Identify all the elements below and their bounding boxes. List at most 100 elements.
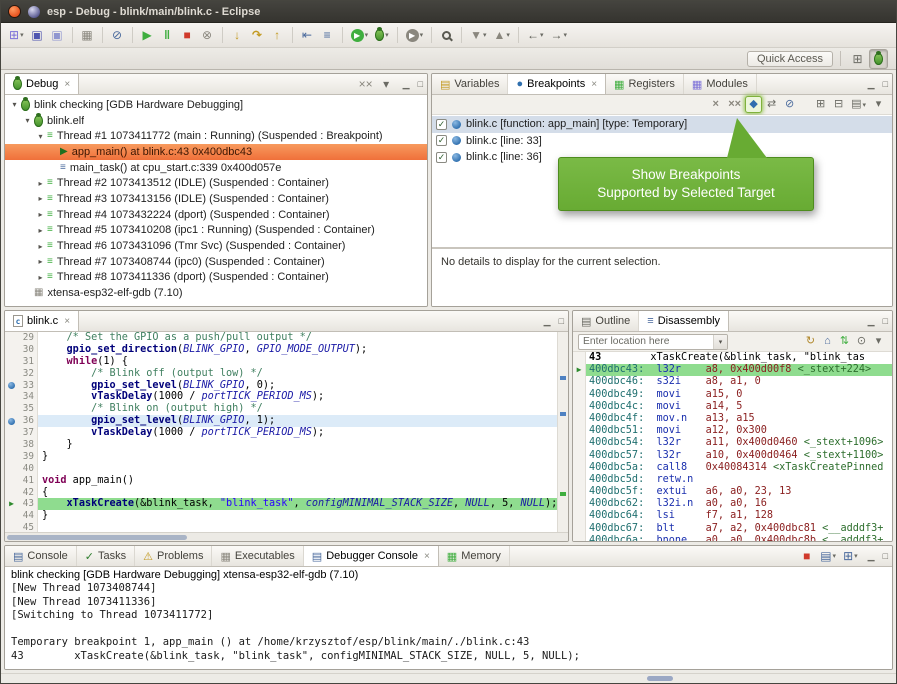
ruler-marker-area[interactable] (5, 344, 18, 356)
disassembly-row[interactable]: 400dbc67: blt a7, a2, 0x400dbc81 <__addd… (573, 523, 892, 535)
code-text[interactable]: } (38, 510, 557, 522)
disassembly-row[interactable]: 400dbc49: movi a15, 0 (573, 389, 892, 401)
ruler-marker-area[interactable] (5, 522, 18, 532)
run-icon[interactable]: ▶▾ (348, 25, 372, 45)
console-tab-console[interactable]: ▤Console (5, 546, 77, 566)
expander-icon[interactable]: ▾ (35, 132, 46, 141)
debug-tab-debug[interactable]: Debug× (5, 74, 79, 94)
minimize-button[interactable]: ▁ (540, 311, 555, 331)
expander-icon[interactable]: ▾ (9, 100, 20, 109)
expander-icon[interactable]: ▸ (35, 210, 46, 219)
right-tab-registers[interactable]: ▦Registers (606, 74, 684, 94)
ruler-marker-area[interactable] (5, 439, 18, 451)
step-over-icon[interactable]: ↷ (248, 25, 267, 45)
line-number[interactable]: 43 (18, 498, 38, 510)
disassembly-row[interactable]: 400dbc57: l32r a10, 0x400d0464 <_stext+1… (573, 450, 892, 462)
debug-icon[interactable]: ▾ (372, 25, 392, 45)
ruler-marker-area[interactable] (5, 510, 18, 522)
display-selected-console-icon[interactable]: ▤▾ (817, 546, 839, 566)
maximize-button[interactable]: □ (879, 311, 892, 331)
ruler-marker-area[interactable] (5, 427, 18, 439)
line-number[interactable]: 44 (18, 510, 38, 522)
code-text[interactable]: } (38, 439, 557, 451)
ruler-marker-area[interactable] (5, 356, 18, 368)
console-tab-executables[interactable]: ▦Executables (212, 546, 303, 566)
code-text[interactable]: vTaskDelay(1000 / portTICK_PERIOD_MS); (38, 427, 557, 439)
tree-item-main-task-at-cpu-start-c-339-0x400d057e[interactable]: ≡main_task() at cpu_start.c:339 0x400d05… (5, 160, 427, 176)
right-tab-variables[interactable]: ▤Variables (432, 74, 508, 94)
minimize-button[interactable]: ▁ (864, 311, 879, 331)
code-text[interactable]: gpio_set_level(BLINK_GPIO, 1); (38, 415, 557, 427)
code-text[interactable]: /* Set the GPIO as a push/pull output */ (38, 332, 557, 344)
code-text[interactable]: { (38, 487, 557, 499)
minimize-button[interactable]: ▁ (864, 546, 879, 566)
breakpoint-marker[interactable] (5, 380, 18, 392)
suspend-icon[interactable]: ‖ (158, 25, 177, 45)
disassembly-row[interactable]: 400dbc54: l32r a11, 0x400d0460 <_stext+1… (573, 437, 892, 449)
close-icon[interactable]: × (64, 316, 70, 327)
line-number[interactable]: 45 (18, 522, 38, 532)
maximize-button[interactable]: □ (879, 546, 892, 566)
code-text[interactable]: while(1) { (38, 356, 557, 368)
line-number[interactable]: 41 (18, 475, 38, 487)
console-tab-memory[interactable]: ▦Memory (439, 546, 510, 566)
breakpoint-item-1[interactable]: ✓blink.c [function: app_main] [type: Tem… (432, 116, 892, 133)
line-number[interactable]: 42 (18, 487, 38, 499)
line-number[interactable]: 36 (18, 415, 38, 427)
console-tab-debugger-console[interactable]: ▤Debugger Console× (304, 546, 439, 566)
skip-all-breakpoints-icon[interactable]: ⊘ (108, 25, 127, 45)
view-menu-icon[interactable]: ▾ (870, 333, 887, 350)
drop-to-frame-icon[interactable]: ⇤ (298, 25, 317, 45)
next-annotation-icon[interactable]: ▼▾ (467, 25, 489, 45)
line-number[interactable]: 40 (18, 463, 38, 475)
breakpoint-item-2[interactable]: ✓blink.c [line: 33] (432, 133, 892, 150)
home-icon[interactable]: ⌂ (819, 333, 836, 350)
link-with-debug-view-icon[interactable]: ⇄ (763, 96, 780, 113)
ruler-marker-area[interactable] (5, 451, 18, 463)
code-text[interactable]: void app_main() (38, 475, 557, 487)
remove-selected-breakpoints-icon[interactable]: × (707, 96, 724, 113)
breakpoint-checkbox[interactable]: ✓ (436, 135, 447, 146)
disassembly-row[interactable]: 43 xTaskCreate(&blink_task, "blink_tas (573, 352, 892, 364)
tree-item-thread-1-1073411772-main-running-suspended[interactable]: ▾≡Thread #1 1073411772 (main : Running) … (5, 128, 427, 144)
location-dropdown-button[interactable]: ▾ (713, 335, 727, 349)
overview-ruler[interactable] (557, 332, 568, 532)
tree-item-blink-elf[interactable]: ▾blink.elf (5, 113, 427, 129)
close-icon[interactable]: × (591, 79, 597, 90)
open-console-icon[interactable]: ⊞▾ (840, 546, 861, 566)
breakpoint-checkbox[interactable]: ✓ (436, 119, 447, 130)
right-tab-modules[interactable]: ▦Modules (684, 74, 757, 94)
line-number[interactable]: 39 (18, 451, 38, 463)
ruler-marker-area[interactable] (5, 332, 18, 344)
disassembly-content[interactable]: 43 xTaskCreate(&blink_task, "blink_tas▶4… (573, 352, 892, 541)
tree-item-thread-6-1073431096-tmr-svc-suspended-cont[interactable]: ▸≡Thread #6 1073431096 (Tmr Svc) (Suspen… (5, 238, 427, 254)
forward-icon[interactable]: →▾ (547, 25, 570, 45)
group-by-icon[interactable]: ▤▾ (848, 96, 869, 113)
skip-all-breakpoints-icon[interactable]: ⊘ (781, 96, 798, 113)
right-tab-breakpoints[interactable]: ●Breakpoints× (508, 74, 606, 94)
disassembly-row[interactable]: 400dbc4c: movi a14, 5 (573, 401, 892, 413)
code-area[interactable]: 29 /* Set the GPIO as a push/pull output… (5, 332, 557, 532)
expander-icon[interactable]: ▸ (35, 179, 46, 188)
expand-all-icon[interactable]: ⊞ (812, 96, 829, 113)
open-perspective-icon[interactable]: ⊞ (848, 49, 867, 69)
code-text[interactable]: xTaskCreate(&blink_task, "blink_task", c… (38, 498, 557, 510)
close-icon[interactable]: × (424, 551, 430, 562)
disassembly-row[interactable]: 400dbc64: lsi f7, a1, 128 (573, 510, 892, 522)
remove-all-terminated-icon[interactable]: ×× (356, 74, 376, 94)
maximize-button[interactable]: □ (879, 74, 892, 94)
ruler-marker-area[interactable] (5, 463, 18, 475)
expander-icon[interactable]: ▸ (35, 273, 46, 282)
new-wizard-icon[interactable]: ⊞▾ (6, 25, 27, 45)
disassembly-row[interactable]: 400dbc5a: call8 0x40084314 <xTaskCreateP… (573, 462, 892, 474)
expander-icon[interactable]: ▸ (35, 226, 46, 235)
tree-item-thread-5-1073410208-ipc1-running-suspended[interactable]: ▸≡Thread #5 1073410208 (ipc1 : Running) … (5, 223, 427, 239)
expander-icon[interactable]: ▸ (35, 242, 46, 251)
save-icon[interactable]: ▣ (28, 25, 47, 45)
maximize-button[interactable]: □ (555, 311, 568, 331)
code-text[interactable]: vTaskDelay(1000 / portTICK_PERIOD_MS); (38, 391, 557, 403)
disassembly-row[interactable]: ▶400dbc43: l32r a8, 0x400d00f8 <_stext+2… (573, 364, 892, 376)
minimize-button[interactable]: ▁ (864, 74, 879, 94)
ruler-marker-area[interactable] (5, 475, 18, 487)
back-icon[interactable]: ←▾ (524, 25, 547, 45)
